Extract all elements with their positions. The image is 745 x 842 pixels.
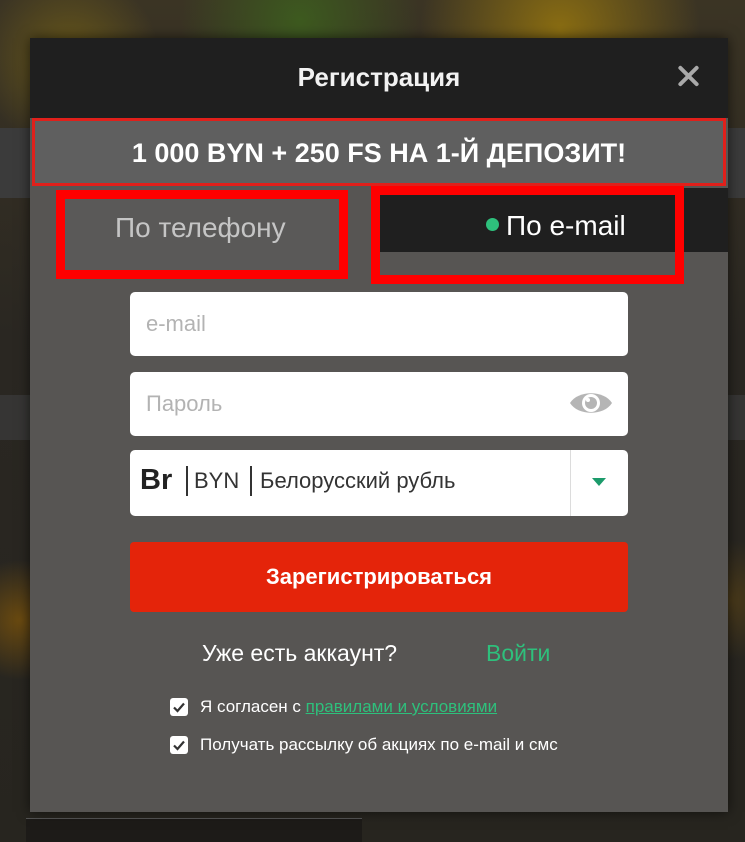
tab-email-label: По e-mail bbox=[506, 210, 626, 241]
registration-modal: Регистрация 1 000 BYN + 250 FS НА 1-Й ДЕ… bbox=[30, 38, 728, 812]
divider bbox=[570, 450, 571, 516]
backdrop-panel bbox=[26, 818, 362, 842]
agree-terms-checkbox[interactable] bbox=[170, 698, 188, 716]
login-link[interactable]: Войти bbox=[486, 640, 550, 667]
login-question: Уже есть аккаунт? bbox=[202, 640, 398, 666]
email-field-wrapper bbox=[130, 292, 628, 356]
terms-link[interactable]: правилами и условиями bbox=[306, 697, 497, 716]
newsletter-checkbox[interactable] bbox=[170, 736, 188, 754]
password-input[interactable] bbox=[130, 372, 628, 436]
divider bbox=[186, 466, 188, 496]
agree-terms-prefix: Я согласен с bbox=[200, 697, 306, 716]
currency-select[interactable]: Br BYN Белорусский рубль bbox=[130, 450, 628, 516]
modal-header: Регистрация bbox=[30, 38, 728, 118]
registration-tabs: По телефону По e-mail bbox=[30, 186, 728, 284]
register-button[interactable]: Зарегистрироваться bbox=[130, 542, 628, 612]
close-icon[interactable] bbox=[670, 58, 706, 94]
newsletter-text: Получать рассылку об акциях по e-mail и … bbox=[200, 735, 558, 754]
agree-terms-text: Я согласен с правилами и условиями bbox=[200, 696, 497, 718]
bonus-banner: 1 000 BYN + 250 FS НА 1-Й ДЕПОЗИТ! bbox=[32, 118, 726, 186]
checkmark-icon bbox=[173, 702, 185, 713]
currency-symbol: Br bbox=[140, 464, 173, 496]
tab-email-label-wrap: По e-mail bbox=[486, 210, 626, 242]
currency-name: Белорусский рубль bbox=[260, 468, 456, 493]
tab-email[interactable]: По e-mail bbox=[371, 186, 684, 284]
login-row: Уже есть аккаунт? Войти bbox=[30, 638, 728, 670]
currency-code: BYN bbox=[194, 468, 240, 493]
active-tab-dot-icon bbox=[486, 218, 499, 231]
password-field-wrapper bbox=[130, 372, 628, 436]
divider bbox=[250, 466, 252, 496]
chevron-down-icon[interactable] bbox=[592, 478, 606, 486]
show-password-eye-icon[interactable] bbox=[568, 386, 614, 420]
email-input[interactable] bbox=[130, 292, 628, 356]
checkmark-icon bbox=[173, 740, 185, 751]
tab-phone[interactable]: По телефону bbox=[56, 190, 348, 279]
modal-title: Регистрация bbox=[297, 62, 461, 92]
tab-phone-label: По телефону bbox=[115, 212, 286, 243]
